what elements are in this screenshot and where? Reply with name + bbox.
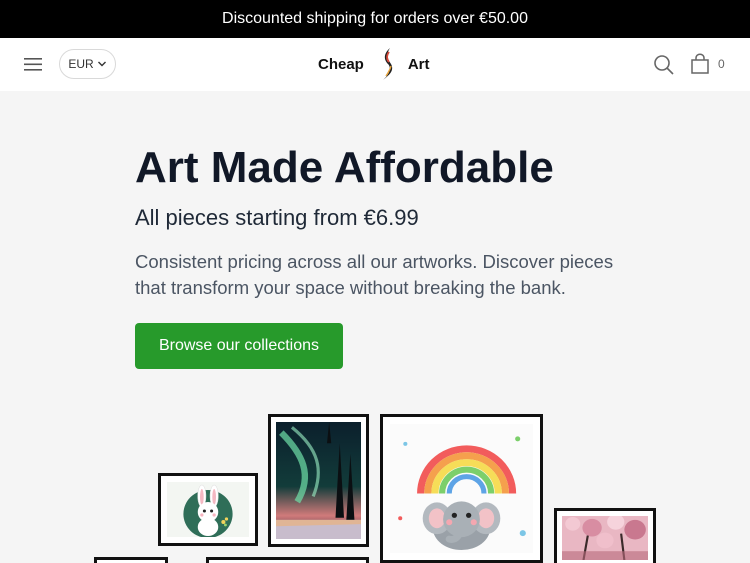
currency-label: EUR [68,57,94,71]
chevron-down-icon [97,61,106,67]
artwork-bottom-center[interactable] [206,557,369,563]
logo-text-right: Art [407,55,430,73]
cart-count: 0 [718,57,725,71]
logo-text-left: Cheap [318,55,364,73]
site-logo[interactable]: Cheap Art [318,46,430,82]
artwork-cherry-blossom[interactable] [554,508,656,563]
artwork-elephant-rainbow[interactable] [380,414,543,563]
hero-headline: Art Made Affordable [135,143,554,192]
artwork-bunny[interactable] [158,473,258,546]
cart-button[interactable]: 0 [690,52,730,76]
currency-selector[interactable]: EUR [59,49,116,79]
shopping-bag-icon [691,53,709,74]
artwork-bottom-left[interactable] [94,557,168,563]
announcement-bar: Discounted shipping for orders over €50.… [0,0,750,38]
hero-section: Art Made Affordable All pieces starting … [0,91,750,563]
brush-stroke-logo-icon [382,48,393,80]
menu-icon[interactable] [24,55,44,73]
announcement-text: Discounted shipping for orders over €50.… [222,10,528,27]
site-header: EUR Cheap Art 0 [0,38,750,91]
hero-subheadline: All pieces starting from €6.99 [135,205,419,230]
search-icon[interactable] [653,54,675,76]
browse-collections-button[interactable]: Browse our collections [135,323,343,369]
artwork-aurora[interactable] [268,414,369,547]
hero-description: Consistent pricing across all our artwor… [135,251,614,298]
